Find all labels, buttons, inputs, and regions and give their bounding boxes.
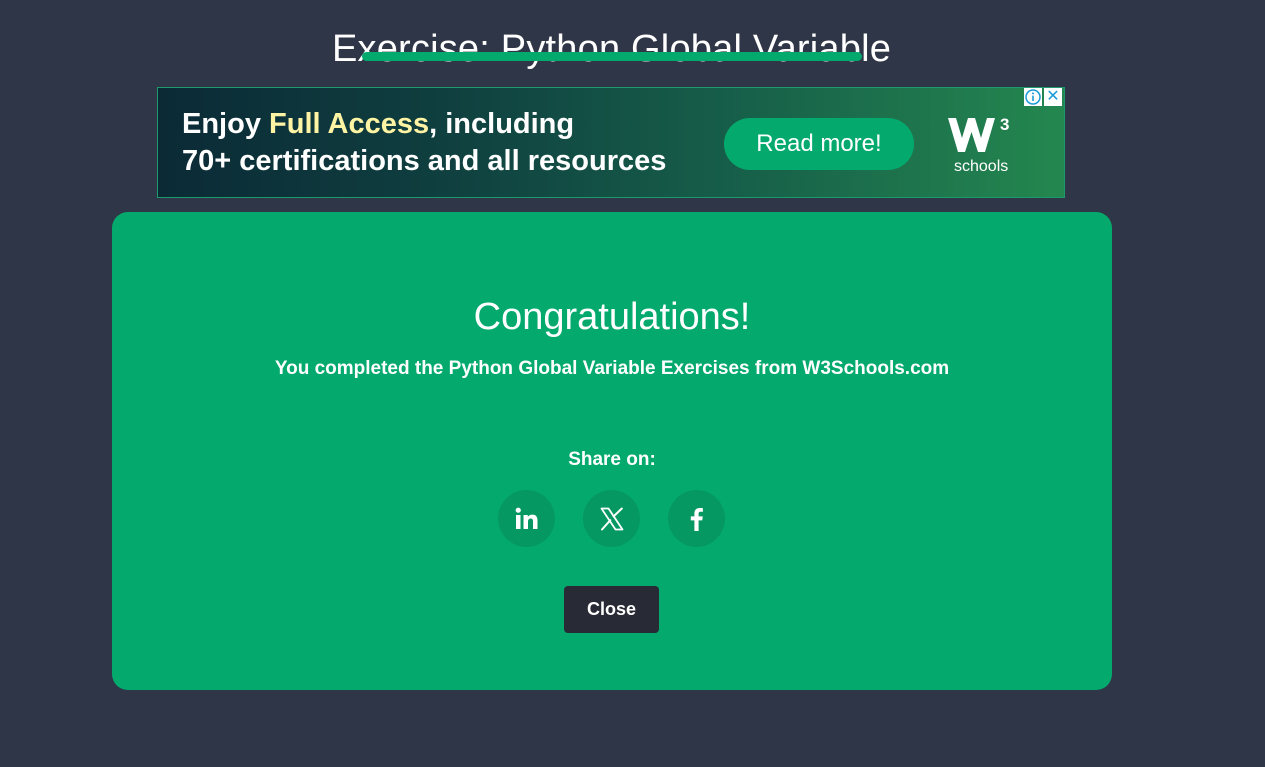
info-icon — [1025, 89, 1041, 105]
ad-close-icon[interactable]: ✕ — [1044, 88, 1062, 106]
completion-message: You completed the Python Global Variable… — [274, 358, 950, 379]
title-underline — [362, 52, 862, 61]
ad-line-1-suffix: , including — [429, 108, 575, 140]
share-facebook-button[interactable] — [668, 490, 725, 547]
ad-highlight: Full Access — [269, 108, 430, 140]
facebook-icon — [690, 507, 703, 531]
ad-banner[interactable]: Enjoy Full Access, including 70+ certifi… — [157, 87, 1065, 198]
page: Exercise: Python Global Variable Enjoy F… — [0, 0, 1265, 767]
svg-text:3: 3 — [1000, 115, 1009, 134]
ad-line-1: Enjoy Full Access, including — [182, 106, 666, 143]
ad-text: Enjoy Full Access, including 70+ certifi… — [182, 106, 666, 180]
ad-info-icon[interactable] — [1024, 88, 1042, 106]
x-icon — [600, 507, 623, 530]
congratulations-dialog: Congratulations! You completed the Pytho… — [112, 212, 1112, 690]
share-x-button[interactable] — [583, 490, 640, 547]
share-linkedin-button[interactable] — [498, 490, 555, 547]
ad-line-2: 70+ certifications and all resources — [182, 145, 667, 177]
page-title: Exercise: Python Global Variable — [331, 28, 892, 71]
w3schools-logo: 3 schools — [944, 112, 1022, 182]
close-button[interactable]: Close — [564, 586, 659, 633]
share-label: Share on: — [568, 449, 656, 470]
logo-word: schools — [954, 158, 1009, 175]
congratulations-title: Congratulations! — [473, 295, 751, 338]
ad-line-1-prefix: Enjoy — [182, 108, 270, 140]
read-more-button[interactable]: Read more! — [724, 118, 914, 170]
w3-logo-icon: 3 — [948, 115, 1009, 152]
linkedin-icon — [515, 507, 537, 529]
